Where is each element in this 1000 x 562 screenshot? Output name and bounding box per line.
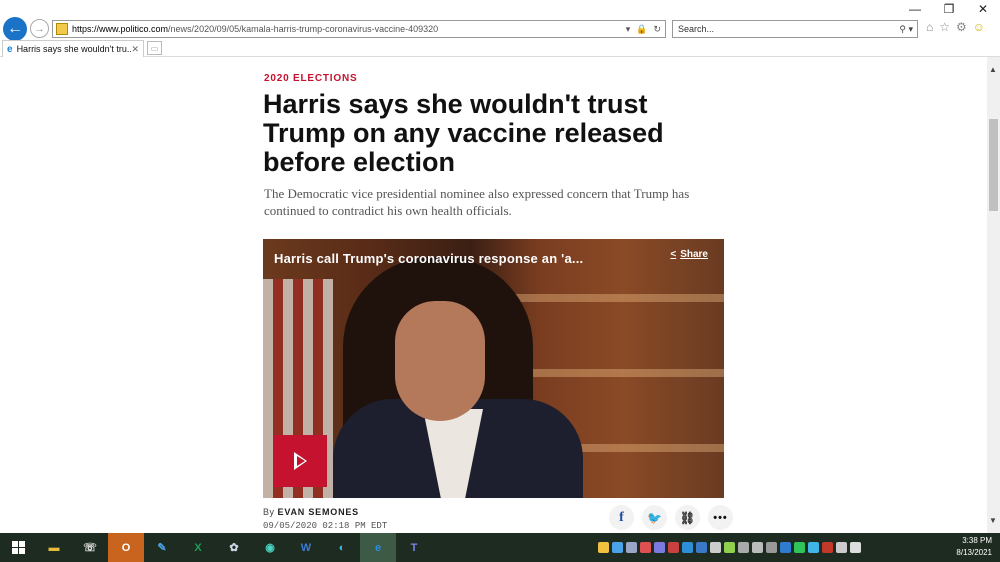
close-window-button[interactable]: ✕	[966, 0, 1000, 18]
search-icon[interactable]: ⚲ ▾	[899, 24, 917, 35]
taskbar-pen-icon[interactable]: ✎	[144, 533, 180, 562]
tab-article[interactable]: e Harris says she wouldn't tru... ✕	[2, 40, 144, 57]
toolbar-icons: ⌂ ☆ ⚙ ☺	[926, 20, 985, 34]
taskbar-edge-icon[interactable]: ◐	[324, 533, 360, 562]
play-icon	[294, 452, 307, 470]
taskbar: ▬ ☏ O ✎ X ✿ ◉ W ◐ e T 3:38 PM 8/13/2021	[0, 533, 1000, 562]
ie-tab-icon: e	[7, 43, 13, 55]
tab-label: Harris says she wouldn't tru...	[16, 44, 132, 54]
facebook-icon[interactable]: f	[609, 505, 634, 530]
lock-icon[interactable]: 🔒	[636, 24, 647, 35]
tray-icon[interactable]	[640, 542, 651, 553]
network-icon[interactable]	[836, 542, 847, 553]
taskbar-clock[interactable]: 3:38 PM 8/13/2021	[956, 535, 992, 559]
window-controls: — ❐ ✕	[898, 0, 1000, 18]
address-bar[interactable]: https://www.politico.com/news/2020/09/05…	[52, 20, 666, 38]
taskbar-file-explorer-icon[interactable]: ▬	[36, 533, 72, 562]
refresh-icon[interactable]: ↻	[653, 24, 661, 35]
address-url-host: https://www.politico.com	[72, 24, 169, 34]
site-favicon-icon	[56, 23, 68, 35]
video-share-button[interactable]: < Share	[670, 249, 708, 260]
publish-date: 09/05/2020 02:18 PM EDT	[263, 521, 388, 531]
windows-icon	[11, 541, 25, 554]
feedback-smiley-icon[interactable]: ☺	[973, 20, 985, 34]
tab-close-icon[interactable]: ✕	[131, 44, 139, 55]
address-url-path: /news/2020/09/05/kamala-harris-trump-cor…	[168, 24, 439, 34]
tray-icon[interactable]	[598, 542, 609, 553]
address-url[interactable]: https://www.politico.com/news/2020/09/05…	[72, 24, 626, 34]
bookshelf-band	[503, 369, 724, 377]
tray-icon[interactable]	[752, 542, 763, 553]
search-box[interactable]: Search... ⚲ ▾	[672, 20, 918, 38]
taskbar-teams-icon[interactable]: T	[396, 533, 432, 562]
tray-icon[interactable]	[794, 542, 805, 553]
tray-icon[interactable]	[808, 542, 819, 553]
taskbar-apps: ▬ ☏ O ✎ X ✿ ◉ W ◐ e T	[36, 533, 432, 562]
minimize-button[interactable]: —	[898, 0, 932, 18]
dropdown-icon[interactable]: ▾	[626, 24, 631, 35]
forward-button[interactable]: →	[30, 19, 49, 38]
speaker-face	[395, 301, 485, 421]
tray-icon[interactable]	[682, 542, 693, 553]
favorites-star-icon[interactable]: ☆	[939, 20, 950, 34]
tray-icon[interactable]	[696, 542, 707, 553]
arrow-left-icon: ←	[7, 20, 23, 37]
start-button[interactable]	[0, 533, 36, 562]
twitter-icon[interactable]: 🐦	[642, 505, 667, 530]
new-tab-button[interactable]: ▭	[147, 41, 162, 55]
video-title: Harris call Trump's coronavirus response…	[274, 251, 584, 266]
tray-icon[interactable]	[766, 542, 777, 553]
restore-button[interactable]: ❐	[932, 0, 966, 18]
taskbar-phone-icon[interactable]: ☏	[72, 533, 108, 562]
scroll-down-icon[interactable]: ▼	[989, 516, 997, 525]
tray-icon[interactable]	[780, 542, 791, 553]
tray-icon[interactable]	[710, 542, 721, 553]
tray-icon[interactable]	[724, 542, 735, 553]
video-share-label: Share	[680, 249, 708, 260]
browser-chrome: — ❐ ✕ ← → https://www.politico.com/news/…	[0, 0, 1000, 57]
search-input[interactable]: Search...	[678, 24, 899, 34]
link-icon[interactable]: ⛓	[675, 505, 700, 530]
section-kicker[interactable]: 2020 ELECTIONS	[264, 73, 357, 84]
taskbar-internet-explorer-icon[interactable]: e	[360, 533, 396, 562]
tray-icon[interactable]	[668, 542, 679, 553]
home-icon[interactable]: ⌂	[926, 20, 933, 34]
tray-icon[interactable]	[738, 542, 749, 553]
page-content: 2020 ELECTIONS Harris says she wouldn't …	[0, 57, 987, 533]
taskbar-camera-icon[interactable]: ◉	[252, 533, 288, 562]
byline: By EVAN SEMONES	[263, 507, 359, 517]
share-icon: <	[670, 249, 677, 260]
scrollbar-thumb[interactable]	[989, 119, 998, 211]
clock-date: 8/13/2021	[956, 548, 992, 557]
tray-icon[interactable]	[612, 542, 623, 553]
video-player[interactable]: Harris call Trump's coronavirus response…	[263, 239, 724, 498]
clock-time: 3:38 PM	[962, 536, 992, 545]
page-title: Harris says she wouldn't trust Trump on …	[263, 89, 664, 177]
volume-icon[interactable]	[850, 542, 861, 553]
tray-icon[interactable]	[654, 542, 665, 553]
scroll-up-icon[interactable]: ▲	[989, 65, 997, 74]
bookshelf-band	[503, 294, 724, 302]
taskbar-word-icon[interactable]: W	[288, 533, 324, 562]
system-tray	[598, 533, 861, 562]
article-dek: The Democratic vice presidential nominee…	[264, 186, 690, 218]
taskbar-outlook-icon[interactable]: O	[108, 533, 144, 562]
taskbar-paint-icon[interactable]: ✿	[216, 533, 252, 562]
arrow-right-icon: →	[34, 22, 45, 35]
tray-icon[interactable]	[822, 542, 833, 553]
gear-icon[interactable]: ⚙	[956, 20, 967, 34]
new-tab-icon: ▭	[150, 43, 159, 53]
back-button[interactable]: ←	[3, 17, 27, 41]
social-share-bar: f 🐦 ⛓ •••	[609, 505, 733, 530]
page-scrollbar[interactable]: ▲ ▼	[987, 57, 1000, 533]
more-icon[interactable]: •••	[708, 505, 733, 530]
tray-icon[interactable]	[626, 542, 637, 553]
play-button[interactable]	[274, 435, 327, 487]
author-link[interactable]: EVAN SEMONES	[278, 507, 359, 517]
byline-prefix: By	[263, 507, 275, 517]
taskbar-excel-icon[interactable]: X	[180, 533, 216, 562]
